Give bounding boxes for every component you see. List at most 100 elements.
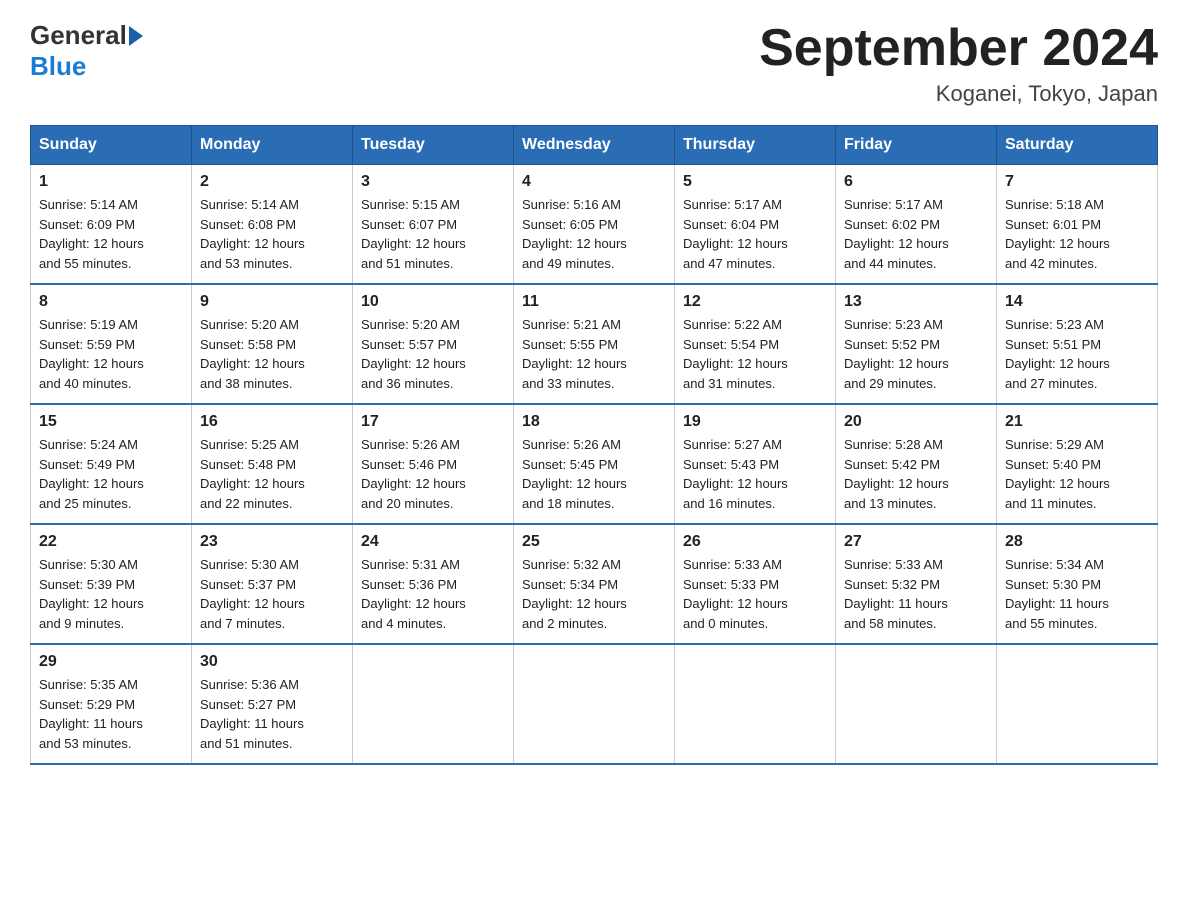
day-info: Sunrise: 5:23 AMSunset: 5:51 PMDaylight:… — [1005, 315, 1149, 393]
day-info: Sunrise: 5:30 AMSunset: 5:39 PMDaylight:… — [39, 555, 183, 633]
day-info: Sunrise: 5:14 AMSunset: 6:08 PMDaylight:… — [200, 195, 344, 273]
calendar-cell: 24 Sunrise: 5:31 AMSunset: 5:36 PMDayligh… — [353, 524, 514, 644]
day-info: Sunrise: 5:18 AMSunset: 6:01 PMDaylight:… — [1005, 195, 1149, 273]
calendar-cell: 26Sunrise: 5:33 AMSunset: 5:33 PMDayligh… — [675, 524, 836, 644]
calendar-cell: 16Sunrise: 5:25 AMSunset: 5:48 PMDayligh… — [192, 404, 353, 524]
day-info: Sunrise: 5:23 AMSunset: 5:52 PMDaylight:… — [844, 315, 988, 393]
day-number: 18 — [522, 413, 666, 431]
calendar-cell: 1 Sunrise: 5:14 AMSunset: 6:09 PMDaylight… — [31, 165, 192, 285]
calendar-header: SundayMondayTuesdayWednesdayThursdayFrid… — [31, 126, 1158, 165]
day-number: 21 — [1005, 413, 1149, 431]
calendar-cell: 18Sunrise: 5:26 AMSunset: 5:45 PMDayligh… — [514, 404, 675, 524]
calendar-body: 1 Sunrise: 5:14 AMSunset: 6:09 PMDaylight… — [31, 165, 1158, 765]
calendar-cell: 15Sunrise: 5:24 AMSunset: 5:49 PMDayligh… — [31, 404, 192, 524]
calendar-cell: 19 Sunrise: 5:27 AMSunset: 5:43 PMDayligh… — [675, 404, 836, 524]
day-number: 10 — [361, 293, 505, 311]
header-thursday: Thursday — [675, 126, 836, 165]
day-number: 30 — [200, 653, 344, 671]
day-info: Sunrise: 5:14 AMSunset: 6:09 PMDaylight:… — [39, 195, 183, 273]
day-info: Sunrise: 5:15 AMSunset: 6:07 PMDaylight:… — [361, 195, 505, 273]
calendar-cell: 21 Sunrise: 5:29 AMSunset: 5:40 PMDayligh… — [997, 404, 1158, 524]
calendar-week-2: 8 Sunrise: 5:19 AMSunset: 5:59 PMDaylight… — [31, 284, 1158, 404]
day-number: 28 — [1005, 533, 1149, 551]
day-info: Sunrise: 5:35 AMSunset: 5:29 PMDaylight:… — [39, 675, 183, 753]
day-number: 2 — [200, 173, 344, 191]
calendar-cell: 20 Sunrise: 5:28 AMSunset: 5:42 PMDayligh… — [836, 404, 997, 524]
day-number: 19 — [683, 413, 827, 431]
day-number: 6 — [844, 173, 988, 191]
day-info: Sunrise: 5:33 AMSunset: 5:32 PMDaylight:… — [844, 555, 988, 633]
day-number: 17 — [361, 413, 505, 431]
calendar-cell: 27 Sunrise: 5:33 AMSunset: 5:32 PMDayligh… — [836, 524, 997, 644]
day-number: 22 — [39, 533, 183, 551]
calendar-cell — [353, 644, 514, 764]
calendar-cell: 10 Sunrise: 5:20 AMSunset: 5:57 PMDayligh… — [353, 284, 514, 404]
day-number: 20 — [844, 413, 988, 431]
header-friday: Friday — [836, 126, 997, 165]
calendar-table: SundayMondayTuesdayWednesdayThursdayFrid… — [30, 125, 1158, 765]
day-info: Sunrise: 5:31 AMSunset: 5:36 PMDaylight:… — [361, 555, 505, 633]
day-number: 13 — [844, 293, 988, 311]
calendar-cell: 2 Sunrise: 5:14 AMSunset: 6:08 PMDaylight… — [192, 165, 353, 285]
day-info: Sunrise: 5:29 AMSunset: 5:40 PMDaylight:… — [1005, 435, 1149, 513]
calendar-week-5: 29Sunrise: 5:35 AMSunset: 5:29 PMDayligh… — [31, 644, 1158, 764]
page-header: General Blue September 2024 Koganei, Tok… — [30, 20, 1158, 107]
calendar-cell: 14 Sunrise: 5:23 AMSunset: 5:51 PMDayligh… — [997, 284, 1158, 404]
logo: General Blue — [30, 20, 145, 82]
calendar-cell: 11 Sunrise: 5:21 AMSunset: 5:55 PMDayligh… — [514, 284, 675, 404]
day-info: Sunrise: 5:36 AMSunset: 5:27 PMDaylight:… — [200, 675, 344, 753]
day-info: Sunrise: 5:20 AMSunset: 5:58 PMDaylight:… — [200, 315, 344, 393]
calendar-cell: 7 Sunrise: 5:18 AMSunset: 6:01 PMDaylight… — [997, 165, 1158, 285]
day-info: Sunrise: 5:20 AMSunset: 5:57 PMDaylight:… — [361, 315, 505, 393]
calendar-cell: 12 Sunrise: 5:22 AMSunset: 5:54 PMDayligh… — [675, 284, 836, 404]
day-number: 1 — [39, 173, 183, 191]
calendar-week-1: 1 Sunrise: 5:14 AMSunset: 6:09 PMDaylight… — [31, 165, 1158, 285]
calendar-cell: 9Sunrise: 5:20 AMSunset: 5:58 PMDaylight… — [192, 284, 353, 404]
logo-blue: Blue — [30, 51, 86, 82]
day-info: Sunrise: 5:33 AMSunset: 5:33 PMDaylight:… — [683, 555, 827, 633]
calendar-cell: 6Sunrise: 5:17 AMSunset: 6:02 PMDaylight… — [836, 165, 997, 285]
day-info: Sunrise: 5:25 AMSunset: 5:48 PMDaylight:… — [200, 435, 344, 513]
day-info: Sunrise: 5:27 AMSunset: 5:43 PMDaylight:… — [683, 435, 827, 513]
header-tuesday: Tuesday — [353, 126, 514, 165]
day-number: 15 — [39, 413, 183, 431]
day-info: Sunrise: 5:19 AMSunset: 5:59 PMDaylight:… — [39, 315, 183, 393]
day-number: 25 — [522, 533, 666, 551]
calendar-cell — [675, 644, 836, 764]
calendar-cell: 30 Sunrise: 5:36 AMSunset: 5:27 PMDayligh… — [192, 644, 353, 764]
header-wednesday: Wednesday — [514, 126, 675, 165]
day-number: 24 — [361, 533, 505, 551]
calendar-cell — [997, 644, 1158, 764]
calendar-cell — [514, 644, 675, 764]
day-number: 11 — [522, 293, 666, 311]
calendar-cell: 17 Sunrise: 5:26 AMSunset: 5:46 PMDayligh… — [353, 404, 514, 524]
day-number: 12 — [683, 293, 827, 311]
header-sunday: Sunday — [31, 126, 192, 165]
day-info: Sunrise: 5:22 AMSunset: 5:54 PMDaylight:… — [683, 315, 827, 393]
calendar-week-4: 22 Sunrise: 5:30 AMSunset: 5:39 PMDayligh… — [31, 524, 1158, 644]
calendar-cell: 13 Sunrise: 5:23 AMSunset: 5:52 PMDayligh… — [836, 284, 997, 404]
day-number: 23 — [200, 533, 344, 551]
day-info: Sunrise: 5:21 AMSunset: 5:55 PMDaylight:… — [522, 315, 666, 393]
calendar-cell: 5Sunrise: 5:17 AMSunset: 6:04 PMDaylight… — [675, 165, 836, 285]
day-info: Sunrise: 5:30 AMSunset: 5:37 PMDaylight:… — [200, 555, 344, 633]
calendar-cell: 28 Sunrise: 5:34 AMSunset: 5:30 PMDayligh… — [997, 524, 1158, 644]
day-info: Sunrise: 5:28 AMSunset: 5:42 PMDaylight:… — [844, 435, 988, 513]
calendar-cell: 23 Sunrise: 5:30 AMSunset: 5:37 PMDayligh… — [192, 524, 353, 644]
header-row: SundayMondayTuesdayWednesdayThursdayFrid… — [31, 126, 1158, 165]
day-number: 27 — [844, 533, 988, 551]
calendar-week-3: 15Sunrise: 5:24 AMSunset: 5:49 PMDayligh… — [31, 404, 1158, 524]
header-saturday: Saturday — [997, 126, 1158, 165]
day-number: 14 — [1005, 293, 1149, 311]
day-number: 5 — [683, 173, 827, 191]
logo-arrow-icon — [129, 26, 143, 46]
calendar-cell: 3Sunrise: 5:15 AMSunset: 6:07 PMDaylight… — [353, 165, 514, 285]
calendar-cell — [836, 644, 997, 764]
day-number: 7 — [1005, 173, 1149, 191]
day-info: Sunrise: 5:16 AMSunset: 6:05 PMDaylight:… — [522, 195, 666, 273]
calendar-cell: 25Sunrise: 5:32 AMSunset: 5:34 PMDayligh… — [514, 524, 675, 644]
day-info: Sunrise: 5:34 AMSunset: 5:30 PMDaylight:… — [1005, 555, 1149, 633]
day-number: 8 — [39, 293, 183, 311]
calendar-cell: 4Sunrise: 5:16 AMSunset: 6:05 PMDaylight… — [514, 165, 675, 285]
day-info: Sunrise: 5:26 AMSunset: 5:46 PMDaylight:… — [361, 435, 505, 513]
